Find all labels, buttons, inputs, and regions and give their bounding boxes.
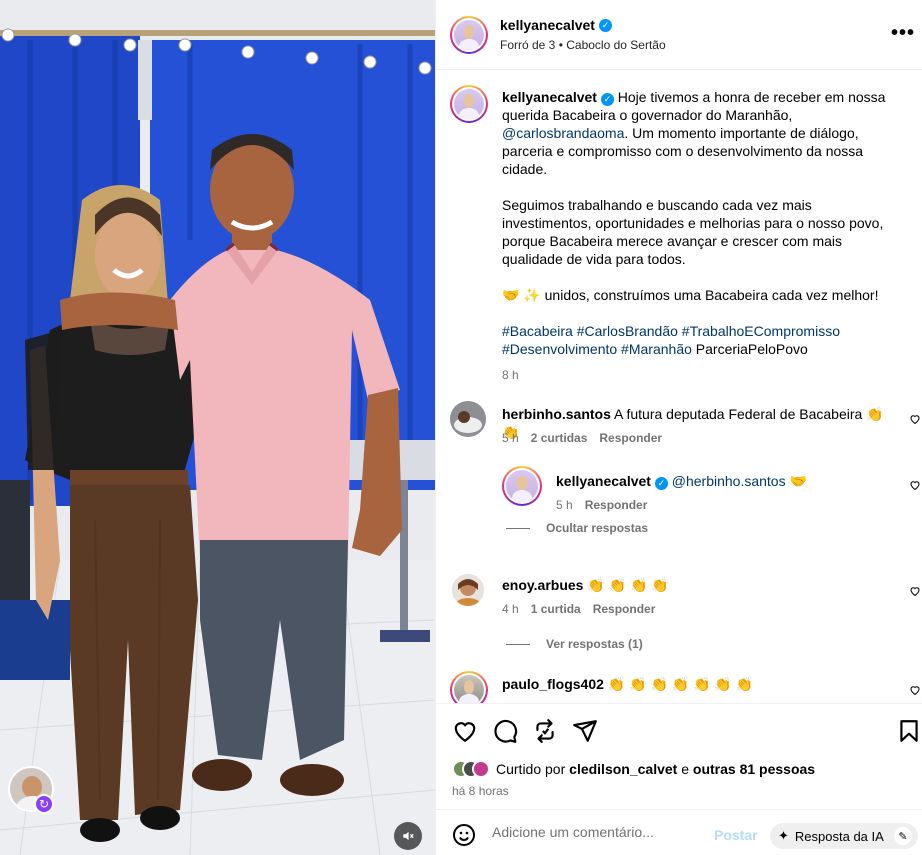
sparkle-icon: ✦ [778, 828, 789, 843]
audio-track[interactable]: Forró de 3 • Caboclo do Sertão [500, 38, 666, 52]
comment-time[interactable]: 4 h [502, 602, 519, 616]
comment-body: 👏 👏 👏 👏 👏 👏 👏 [603, 676, 754, 692]
reply-text: kellyanecalvet ✓ @herbinho.santos 🤝 [556, 472, 896, 490]
comment-meta: 5 h 2 curtidas Responder [502, 431, 662, 445]
post-comment-button[interactable]: Postar [714, 827, 758, 843]
comment-like-icon[interactable] [909, 413, 921, 425]
reply-button[interactable]: Responder [599, 431, 662, 445]
mute-button[interactable] [394, 822, 422, 850]
caption-mention-link[interactable]: @carlosbrandaoma [502, 125, 624, 141]
ai-edit-icon[interactable]: ✎ [894, 827, 912, 845]
share-paper-plane-icon[interactable] [572, 718, 598, 744]
liked-by-user[interactable]: cledilson_calvet [569, 761, 677, 777]
caption-paragraph-3: 🤝 ✨ unidos, construímos uma Bacabeira ca… [502, 287, 879, 303]
reply-button[interactable]: Responder [585, 498, 648, 512]
author-username[interactable]: kellyanecalvet [500, 17, 595, 33]
emoji-smiley-icon[interactable] [452, 823, 476, 847]
reply-like-icon[interactable] [909, 479, 921, 491]
comment-likes[interactable]: 2 curtidas [531, 431, 588, 445]
reply-time[interactable]: 5 h [556, 498, 573, 512]
comment-username[interactable]: enoy.arbues [502, 577, 583, 593]
comment-username[interactable]: herbinho.santos [502, 406, 611, 422]
comment-likes[interactable]: 1 curtida [531, 602, 581, 616]
comment-body: 👏 👏 👏 👏 [583, 577, 669, 593]
remix-icon: ↻ [34, 794, 54, 814]
hide-replies-label[interactable]: Ocultar respostas [546, 521, 648, 535]
post-details-panel: kellyanecalvet ✓ Forró de 3 • Caboclo do… [435, 0, 922, 855]
like-heart-icon[interactable] [452, 718, 478, 744]
commenter-avatar[interactable] [450, 671, 488, 703]
verified-badge-icon: ✓ [600, 92, 614, 106]
comments-scroll-area[interactable]: kellyanecalvet ✓ Hoje tivemos a honra de… [436, 71, 922, 703]
reply-author-avatar[interactable] [502, 466, 542, 506]
liked-by-avatars [452, 760, 490, 778]
caption-author-avatar[interactable] [450, 85, 488, 123]
comment-input[interactable] [492, 824, 702, 840]
liker-avatar [472, 760, 490, 778]
reply-mention-link[interactable]: @herbinho.santos [672, 473, 786, 489]
liked-by[interactable]: Curtido por cledilson_calvet e outras 81… [452, 760, 815, 778]
reply-button[interactable]: Responder [593, 602, 656, 616]
author-avatar[interactable] [450, 16, 488, 54]
post-header: kellyanecalvet ✓ Forró de 3 • Caboclo do… [436, 0, 922, 70]
comment-like-icon[interactable] [909, 585, 921, 597]
author-username-row[interactable]: kellyanecalvet ✓ [500, 17, 612, 33]
comment-bubble-icon[interactable] [492, 718, 518, 744]
commenter-avatar[interactable] [450, 401, 486, 437]
liked-by-middle: e [677, 761, 693, 777]
save-bookmark-icon[interactable] [896, 718, 922, 744]
reply-body: 🤝 [785, 473, 807, 489]
post-timestamp[interactable]: há 8 horas [452, 784, 509, 798]
reply-username[interactable]: kellyanecalvet [556, 473, 651, 489]
caption-trailing-tag: ParceriaPeloPovo [691, 341, 808, 357]
comment-text: enoy.arbues 👏 👏 👏 👏 [502, 576, 892, 594]
more-options-icon[interactable]: ••• [891, 22, 915, 45]
caption-text: kellyanecalvet ✓ Hoje tivemos a honra de… [502, 88, 902, 384]
caption-username[interactable]: kellyanecalvet [502, 89, 597, 105]
comment-like-icon[interactable] [909, 684, 921, 696]
comment-meta: 4 h 1 curtida Responder [502, 602, 655, 616]
ai-reply-label: Resposta da IA [794, 828, 884, 844]
liked-by-prefix: Curtido por [496, 761, 570, 777]
ai-reply-button[interactable]: ✦ Resposta da IA ✎ [770, 823, 918, 849]
add-comment-bar: Postar ✦ Resposta da IA ✎ [436, 809, 922, 855]
post-media[interactable]: ↻ [0, 0, 435, 855]
verified-badge-icon: ✓ [598, 18, 612, 32]
speaker-muted-icon [403, 831, 414, 841]
post-photo [0, 0, 435, 855]
verified-badge-icon: ✓ [654, 476, 668, 490]
post-actions: Curtido por cledilson_calvet e outras 81… [436, 703, 922, 809]
reply-meta: 5 h Responder [556, 498, 647, 512]
hide-replies-toggle[interactable]: Ocultar respostas [506, 521, 648, 535]
comment-time[interactable]: 5 h [502, 431, 519, 445]
liked-by-others[interactable]: outras 81 pessoas [693, 761, 815, 777]
caption-paragraph-2: Seguimos trabalhando e buscando cada vez… [502, 197, 884, 267]
caption-time[interactable]: 8 h [502, 366, 902, 384]
view-replies-label[interactable]: Ver respostas (1) [546, 637, 643, 651]
comment-username[interactable]: paulo_flogs402 [502, 676, 604, 692]
commenter-avatar[interactable] [452, 574, 484, 606]
repost-icon[interactable] [532, 718, 558, 744]
view-replies-toggle[interactable]: Ver respostas (1) [506, 637, 643, 651]
comment-text: paulo_flogs402 👏 👏 👏 👏 👏 👏 👏 [502, 675, 892, 693]
